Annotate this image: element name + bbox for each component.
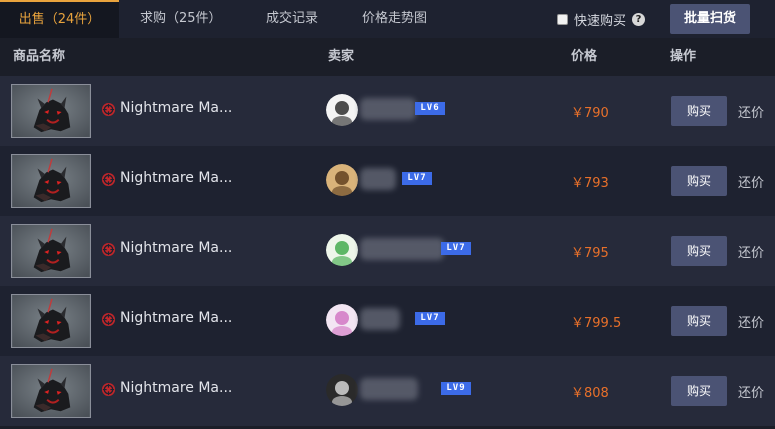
listing-row: Nightmare Ma... LV7 ￥793 购买 还价	[0, 146, 775, 216]
quick-buy-checkbox[interactable]	[557, 13, 568, 25]
listing-price: ￥799.5	[571, 316, 622, 331]
seller-avatar[interactable]	[326, 374, 358, 406]
item-thumbnail[interactable]	[11, 84, 91, 138]
tab-buy-orders[interactable]: 求购（25件）	[140, 0, 222, 38]
buy-button[interactable]: 购买	[671, 306, 727, 336]
bargain-link[interactable]: 还价	[738, 242, 764, 261]
column-header-seller: 卖家	[328, 49, 355, 64]
bargain-link[interactable]: 还价	[738, 312, 764, 331]
rarity-badge-icon	[101, 382, 116, 397]
seller-name-redacted	[360, 238, 444, 260]
tab-bar: 出售（24件） 求购（25件） 成交记录 价格走势图 快速购买 ? 批量扫货	[0, 0, 775, 38]
listing-row: Nightmare Ma... LV6 ￥790 购买 还价	[0, 76, 775, 146]
quick-buy-label: 快速购买	[574, 13, 627, 29]
column-header-action: 操作	[670, 49, 697, 64]
bargain-link[interactable]: 还价	[738, 172, 764, 191]
quick-buy-toggle[interactable]: 快速购买 ?	[557, 11, 646, 29]
seller-name-redacted	[360, 378, 418, 400]
listing-row: Nightmare Ma... LV7 ￥799.5 购买 还价	[0, 286, 775, 356]
rarity-badge-icon	[101, 242, 116, 257]
table-header: 商品名称 卖家 价格 操作	[0, 38, 775, 76]
bargain-link[interactable]: 还价	[738, 102, 764, 121]
rarity-badge-icon	[101, 102, 116, 117]
listing-price: ￥795	[571, 246, 609, 261]
item-name[interactable]: Nightmare Ma...	[120, 240, 232, 256]
seller-avatar[interactable]	[326, 164, 358, 196]
buy-button[interactable]: 购买	[671, 96, 727, 126]
tab-transaction-history[interactable]: 成交记录	[266, 0, 318, 38]
listing-row: Nightmare Ma... LV9 ￥808 购买 还价	[0, 356, 775, 426]
rarity-badge-icon	[101, 312, 116, 327]
item-name[interactable]: Nightmare Ma...	[120, 310, 232, 326]
item-thumbnail[interactable]	[11, 224, 91, 278]
listing-row: Nightmare Ma... LV7 ￥795 购买 还价	[0, 216, 775, 286]
seller-name-redacted	[360, 98, 416, 120]
seller-avatar[interactable]	[326, 94, 358, 126]
seller-level-badge: LV9	[441, 382, 471, 395]
listing-price: ￥790	[571, 106, 609, 121]
seller-level-badge: LV7	[415, 312, 445, 325]
seller-name-redacted	[360, 168, 396, 190]
bargain-link[interactable]: 还价	[738, 382, 764, 401]
seller-avatar[interactable]	[326, 234, 358, 266]
seller-level-badge: LV7	[402, 172, 432, 185]
batch-buy-button[interactable]: 批量扫货	[670, 4, 750, 34]
seller-level-badge: LV6	[415, 102, 445, 115]
seller-name-redacted	[360, 308, 400, 330]
buy-button[interactable]: 购买	[671, 166, 727, 196]
column-header-price: 价格	[571, 49, 598, 64]
item-thumbnail[interactable]	[11, 364, 91, 418]
listing-price: ￥793	[571, 176, 609, 191]
help-icon[interactable]: ?	[632, 12, 646, 26]
tab-sell[interactable]: 出售（24件）	[0, 0, 119, 38]
tab-price-trend[interactable]: 价格走势图	[362, 0, 427, 38]
item-name[interactable]: Nightmare Ma...	[120, 170, 232, 186]
item-name[interactable]: Nightmare Ma...	[120, 100, 232, 116]
listing-price: ￥808	[571, 386, 609, 401]
buy-button[interactable]: 购买	[671, 236, 727, 266]
buy-button[interactable]: 购买	[671, 376, 727, 406]
item-name[interactable]: Nightmare Ma...	[120, 380, 232, 396]
seller-avatar[interactable]	[326, 304, 358, 336]
item-thumbnail[interactable]	[11, 294, 91, 348]
seller-level-badge: LV7	[441, 242, 471, 255]
rarity-badge-icon	[101, 172, 116, 187]
column-header-name: 商品名称	[13, 49, 66, 64]
item-thumbnail[interactable]	[11, 154, 91, 208]
